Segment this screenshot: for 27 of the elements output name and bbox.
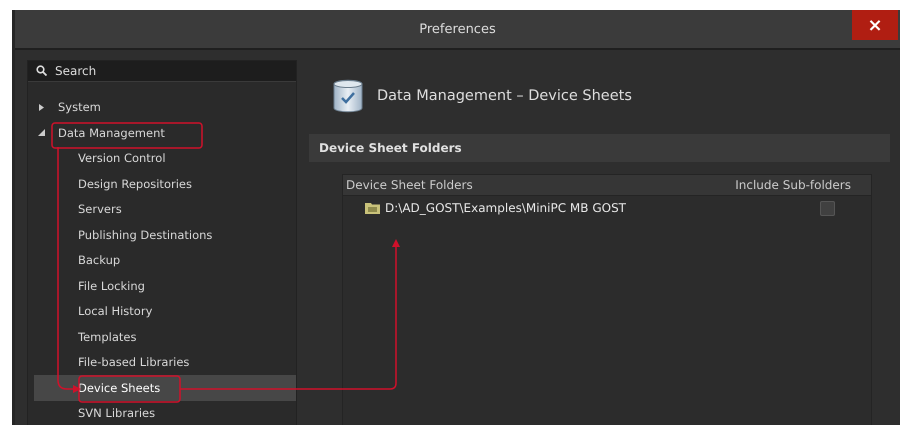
window-title: Preferences (419, 22, 496, 36)
close-button[interactable]: × (852, 10, 898, 40)
collapsed-triangle-icon[interactable] (38, 104, 45, 111)
tree-item[interactable]: Version Control (34, 146, 296, 171)
column-header: Device Sheet Folders (346, 178, 473, 192)
tree-item[interactable]: Local History (34, 298, 296, 324)
database-check-icon (333, 79, 363, 113)
tree-item[interactable]: File Locking (34, 273, 296, 298)
tree-item[interactable]: Templates (34, 324, 296, 350)
tree-item[interactable]: Publishing Destinations (34, 222, 296, 248)
tree-item[interactable]: File-based Libraries (34, 350, 296, 375)
checkbox[interactable] (820, 200, 835, 216)
section-title: Device Sheet Folders (319, 141, 462, 155)
tree-item[interactable]: SVN Libraries (34, 400, 296, 425)
tree-item[interactable]: Backup (34, 248, 296, 273)
search-icon (36, 65, 47, 76)
search-box[interactable]: Search (28, 61, 296, 82)
tree-item[interactable]: Data Management (28, 120, 296, 146)
tree-item[interactable]: Design Repositories (34, 171, 296, 196)
column-header: Include Sub-folders (735, 178, 851, 192)
search-field[interactable]: Search (53, 62, 257, 79)
folder-icon (365, 202, 380, 214)
tree-item[interactable]: System (28, 94, 296, 120)
table-cell-text: D:\AD_GOST\Examples\MiniPC MB GOST (385, 201, 628, 215)
page-title: Data Management – Device Sheets (377, 88, 632, 104)
expanded-triangle-icon[interactable] (38, 129, 45, 136)
tree-item[interactable]: Servers (34, 196, 296, 222)
